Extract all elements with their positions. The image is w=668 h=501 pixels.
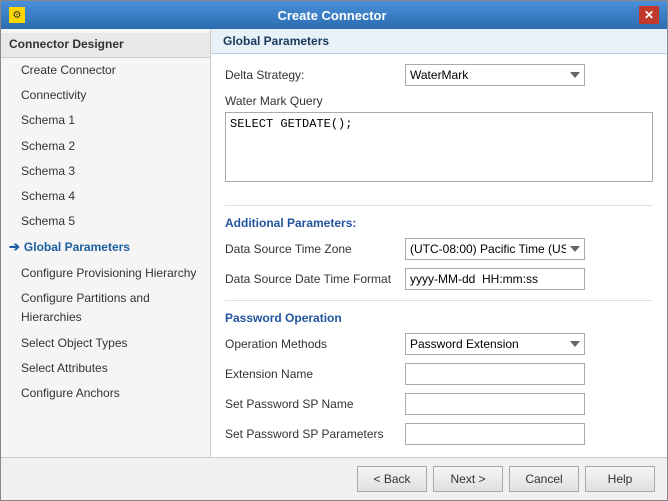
sidebar-item-connectivity[interactable]: Connectivity: [1, 83, 210, 108]
operation-methods-row: Operation Methods Password Extension: [225, 333, 653, 355]
title-bar: ⚙ Create Connector ✕: [1, 1, 667, 29]
window-title: Create Connector: [25, 8, 639, 23]
sidebar-item-schema3[interactable]: Schema 3: [1, 159, 210, 184]
main-window: ⚙ Create Connector ✕ Connector Designer …: [0, 0, 668, 501]
set-password-sp-params-input[interactable]: [405, 423, 585, 445]
additional-params-label: Additional Parameters:: [225, 216, 653, 230]
sidebar-item-global-parameters[interactable]: ➔ Global Parameters: [1, 234, 210, 261]
data-source-tz-control: (UTC-08:00) Pacific Time (US & C...: [405, 238, 653, 260]
sidebar-item-select-attributes[interactable]: Select Attributes: [1, 356, 210, 381]
data-source-tz-row: Data Source Time Zone (UTC-08:00) Pacifi…: [225, 238, 653, 260]
close-button[interactable]: ✕: [639, 6, 659, 24]
sidebar-item-schema2[interactable]: Schema 2: [1, 134, 210, 159]
content-area: Global Parameters Delta Strategy: WaterM…: [211, 29, 667, 457]
set-password-sp-params-control: [405, 423, 653, 445]
sidebar-item-schema5[interactable]: Schema 5: [1, 209, 210, 234]
operation-methods-control: Password Extension: [405, 333, 653, 355]
set-password-sp-name-label: Set Password SP Name: [225, 397, 405, 411]
sidebar-item-create-connector[interactable]: Create Connector: [1, 58, 210, 83]
delta-strategy-control: WaterMark: [405, 64, 653, 86]
back-button[interactable]: < Back: [357, 466, 427, 492]
extension-name-label: Extension Name: [225, 367, 405, 381]
content-body: Delta Strategy: WaterMark Water Mark Que…: [211, 54, 667, 457]
sidebar-item-global-parameters-label: Global Parameters: [24, 238, 130, 257]
set-password-sp-name-control: [405, 393, 653, 415]
sidebar-item-configure-partitions[interactable]: Configure Partitions and Hierarchies: [1, 286, 210, 330]
next-button[interactable]: Next >: [433, 466, 503, 492]
data-source-tz-select[interactable]: (UTC-08:00) Pacific Time (US & C...: [405, 238, 585, 260]
delta-strategy-select[interactable]: WaterMark: [405, 64, 585, 86]
extension-name-control: [405, 363, 653, 385]
divider-1: [225, 205, 653, 206]
data-source-dtf-row: Data Source Date Time Format: [225, 268, 653, 290]
window-icon: ⚙: [9, 7, 25, 23]
extension-name-input[interactable]: [405, 363, 585, 385]
password-operation-label: Password Operation: [225, 311, 653, 325]
data-source-dtf-input[interactable]: [405, 268, 585, 290]
main-content: Connector Designer Create Connector Conn…: [1, 29, 667, 457]
help-button[interactable]: Help: [585, 466, 655, 492]
sidebar-item-select-object-types[interactable]: Select Object Types: [1, 331, 210, 356]
sidebar-item-schema4[interactable]: Schema 4: [1, 184, 210, 209]
divider-2: [225, 300, 653, 301]
content-header: Global Parameters: [211, 29, 667, 54]
data-source-dtf-label: Data Source Date Time Format: [225, 272, 405, 286]
sidebar-item-configure-anchors[interactable]: Configure Anchors: [1, 381, 210, 406]
sidebar: Connector Designer Create Connector Conn…: [1, 29, 211, 457]
sidebar-header: Connector Designer: [1, 33, 210, 58]
sidebar-item-schema1[interactable]: Schema 1: [1, 108, 210, 133]
active-arrow-icon: ➔: [9, 237, 20, 258]
set-password-sp-params-label: Set Password SP Parameters: [225, 427, 405, 441]
delta-strategy-label: Delta Strategy:: [225, 68, 405, 82]
footer-bar: < Back Next > Cancel Help: [1, 457, 667, 500]
set-password-sp-name-row: Set Password SP Name: [225, 393, 653, 415]
set-password-sp-params-row: Set Password SP Parameters: [225, 423, 653, 445]
operation-methods-label: Operation Methods: [225, 337, 405, 351]
delta-strategy-row: Delta Strategy: WaterMark: [225, 64, 653, 86]
water-mark-query-textarea[interactable]: [225, 112, 653, 182]
data-source-dtf-control: [405, 268, 653, 290]
sidebar-item-configure-provisioning[interactable]: Configure Provisioning Hierarchy: [1, 261, 210, 286]
extension-name-row: Extension Name: [225, 363, 653, 385]
data-source-tz-label: Data Source Time Zone: [225, 242, 405, 256]
operation-methods-select[interactable]: Password Extension: [405, 333, 585, 355]
cancel-button[interactable]: Cancel: [509, 466, 579, 492]
set-password-sp-name-input[interactable]: [405, 393, 585, 415]
water-mark-query-label: Water Mark Query: [225, 94, 653, 108]
